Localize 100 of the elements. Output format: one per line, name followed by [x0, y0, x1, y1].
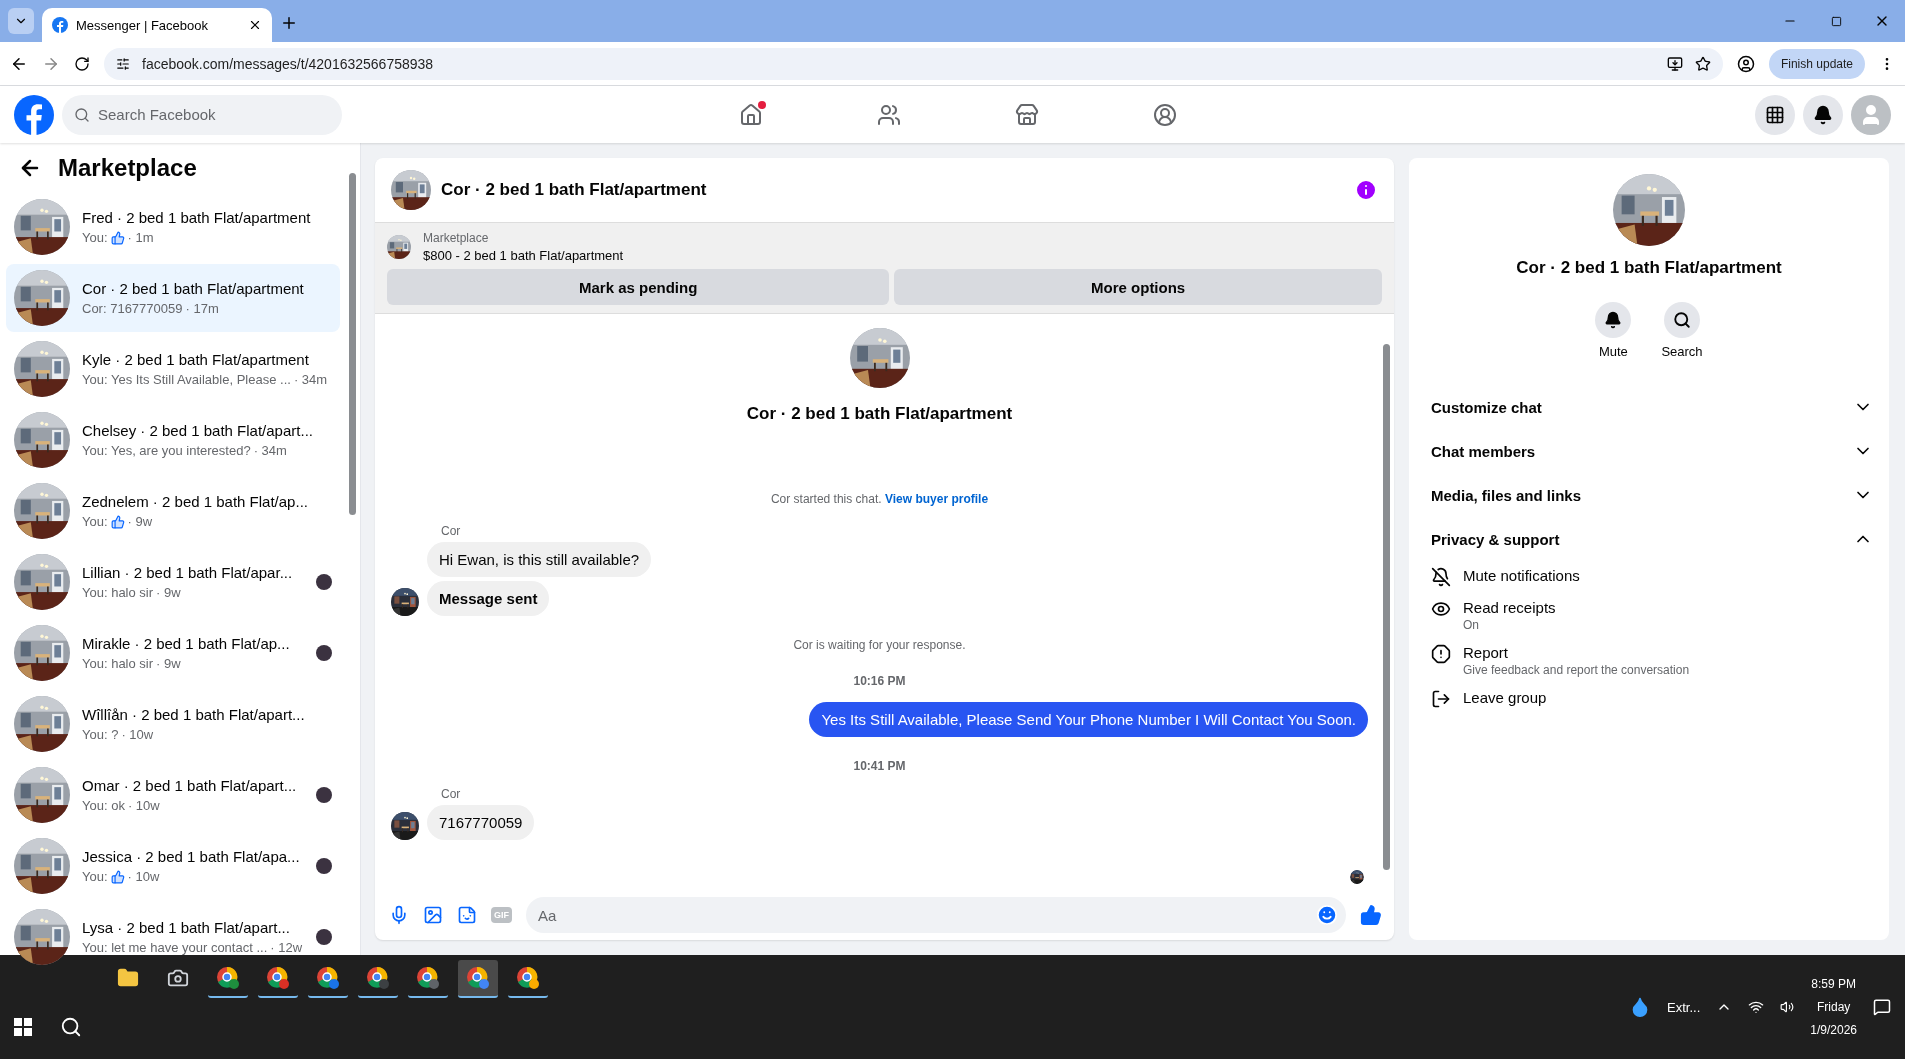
message-preview: You: ?: [82, 727, 119, 742]
conversation-title: Kyle · 2 bed 1 bath Flat/apartment: [82, 351, 310, 368]
weather-text[interactable]: Extr...: [1667, 999, 1701, 1015]
conversation-item[interactable]: Lillian · 2 bed 1 bath Flat/apar... You: halo sir · 9w: [6, 548, 340, 616]
message-preview: You:: [82, 869, 108, 884]
scrollbar[interactable]: [349, 173, 356, 515]
microphone-icon[interactable]: [389, 905, 409, 925]
received-message: Hi Ewan, is this still available?: [427, 542, 652, 577]
listing-action-button[interactable]: More options: [894, 269, 1382, 305]
chrome-icon: [366, 966, 390, 990]
details-section[interactable]: Media, files and links: [1425, 473, 1873, 517]
conversation-item[interactable]: Kyle · 2 bed 1 bath Flat/apartment You: Yes Its Still Available, Please ... · 34m: [6, 335, 340, 403]
conversation-item[interactable]: Cor · 2 bed 1 bath Flat/apartment Cor: 7167770059 · 17m: [6, 264, 340, 332]
conversation-item[interactable]: Jessica · 2 bed 1 bath Flat/apa... You: · 10w: [6, 832, 340, 900]
details-title: Cor · 2 bed 1 bath Flat/apartment: [1516, 258, 1782, 278]
conversation-item[interactable]: Mirakle · 2 bed 1 bath Flat/ap... You: halo sir · 9w: [6, 619, 340, 687]
home-icon: [739, 102, 763, 127]
conversation-item[interactable]: Omar · 2 bed 1 bath Flat/apart... You: ok · 10w: [6, 761, 340, 829]
received-message: Message sent: [427, 581, 550, 616]
conversation-title: Lysa · 2 bed 1 bath Flat/apart...: [82, 919, 291, 936]
details-section[interactable]: Privacy & support: [1425, 517, 1873, 561]
conversation-item[interactable]: Chelsey · 2 bed 1 bath Flat/apart... You: Yes, are you interested? · 34m: [6, 406, 340, 474]
emoji-icon[interactable]: [1316, 904, 1338, 926]
conversation-item[interactable]: Zednelem · 2 bed 1 bath Flat/ap... You: · 9w: [6, 477, 340, 545]
sticker-icon[interactable]: [457, 905, 477, 925]
profile-icon[interactable]: [1736, 54, 1755, 73]
taskbar-app[interactable]: [458, 960, 498, 998]
conversation-item[interactable]: Fred · 2 bed 1 bath Flat/apartment You: · 1m: [6, 193, 340, 261]
windows-logo-icon[interactable]: [14, 1018, 32, 1036]
message-time: · 10w: [127, 798, 160, 813]
message-time: · 9w: [156, 656, 181, 671]
friends-icon: [877, 102, 901, 127]
chrome-icon: [216, 966, 240, 990]
chat-title: Cor · 2 bed 1 bath Flat/apartment: [441, 180, 708, 200]
timestamp: 10:41 PM: [853, 759, 906, 773]
thumbs-up-icon[interactable]: [1360, 904, 1382, 926]
details-item[interactable]: Mute notifications: [1425, 561, 1873, 593]
message-preview: You: halo sir: [82, 585, 154, 600]
received-message: 7167770059: [427, 805, 535, 840]
store-icon: [1015, 102, 1039, 127]
conversation-title: Lillian · 2 bed 1 bath Flat/apar...: [82, 564, 294, 581]
volume-icon[interactable]: [1780, 1000, 1795, 1014]
grid-icon: [1765, 104, 1785, 125]
message-time: · 1m: [127, 230, 154, 245]
details-item[interactable]: Report Give feedback and report the conversation: [1425, 638, 1873, 683]
conversation-title: Chelsey · 2 bed 1 bath Flat/apart...: [82, 422, 314, 439]
maximize-icon[interactable]: [1830, 15, 1842, 27]
message-field[interactable]: Aa: [526, 897, 1346, 933]
listing-action-button[interactable]: Mark as pending: [387, 269, 890, 305]
chrome-icon: [316, 966, 340, 990]
scrollbar[interactable]: [1383, 344, 1390, 870]
wifi-icon[interactable]: [1748, 999, 1765, 1015]
details-section[interactable]: Chat members: [1425, 429, 1873, 473]
tab-menu-button[interactable]: [8, 8, 34, 34]
message-preview: You:: [82, 514, 108, 529]
message-time: · 9w: [156, 585, 181, 600]
search-icon: [74, 106, 90, 123]
listing-label: Marketplace: [423, 231, 490, 245]
close-icon[interactable]: [248, 18, 262, 32]
update-button[interactable]: Finish update: [1768, 48, 1865, 79]
reload-icon[interactable]: [74, 55, 90, 72]
browser-tab[interactable]: Messenger | Facebook: [42, 8, 272, 42]
new-tab-icon[interactable]: [280, 14, 298, 32]
clock-day: Friday: [1816, 1000, 1851, 1014]
image-icon[interactable]: [423, 905, 443, 925]
info-icon[interactable]: [1354, 178, 1378, 202]
chat-notice: Cor is waiting for your response.: [793, 638, 966, 652]
details-item[interactable]: Read receipts On: [1425, 593, 1873, 638]
message-time: · 12w: [270, 940, 303, 955]
conversation-title: Wîllîån · 2 bed 1 bath Flat/apart...: [82, 706, 306, 723]
conversation-title: Zednelem · 2 bed 1 bath Flat/ap...: [82, 493, 309, 510]
message-preview: You: ok: [82, 798, 125, 813]
star-icon[interactable]: [1694, 55, 1711, 72]
message-time: · 10w: [121, 727, 154, 742]
conversation-item[interactable]: Wîllîån · 2 bed 1 bath Flat/apart... You: ? · 10w: [6, 690, 340, 758]
buyer-profile-link[interactable]: View buyer profile: [884, 492, 989, 506]
chat-notice: Cor started this chat. View buyer profile: [770, 492, 989, 506]
conversation-title: Jessica · 2 bed 1 bath Flat/apa...: [82, 848, 301, 865]
search-icon[interactable]: [60, 1016, 82, 1038]
details-section[interactable]: Customize chat: [1425, 385, 1873, 429]
menu-button[interactable]: [1755, 94, 1795, 135]
chrome-icon: [266, 966, 290, 990]
message-time: · 17m: [185, 301, 219, 316]
bell-off-icon: [1431, 567, 1451, 587]
address-bar[interactable]: facebook.com/messages/t/4201632566758938: [104, 47, 1723, 80]
search-field[interactable]: Search Facebook: [62, 94, 342, 135]
facebook-logo-icon[interactable]: [14, 94, 54, 135]
conversation-title: Cor · 2 bed 1 bath Flat/apartment: [82, 280, 305, 297]
notification-center-icon[interactable]: [1873, 998, 1891, 1016]
groups-icon: [1153, 102, 1177, 127]
intro-title: Cor · 2 bed 1 bath Flat/apartment: [746, 404, 1013, 424]
site-settings-icon[interactable]: [116, 56, 130, 71]
message-time: · 10w: [127, 869, 160, 884]
sidebar-title: Marketplace: [58, 154, 197, 182]
install-icon[interactable]: [1666, 55, 1683, 72]
details-item[interactable]: Leave group: [1425, 683, 1873, 715]
eye-icon: [1431, 599, 1451, 619]
notifications-button[interactable]: [1803, 94, 1843, 135]
sender-name: Cor: [441, 524, 462, 538]
clock-date: 1/9/2026: [1810, 1023, 1857, 1037]
